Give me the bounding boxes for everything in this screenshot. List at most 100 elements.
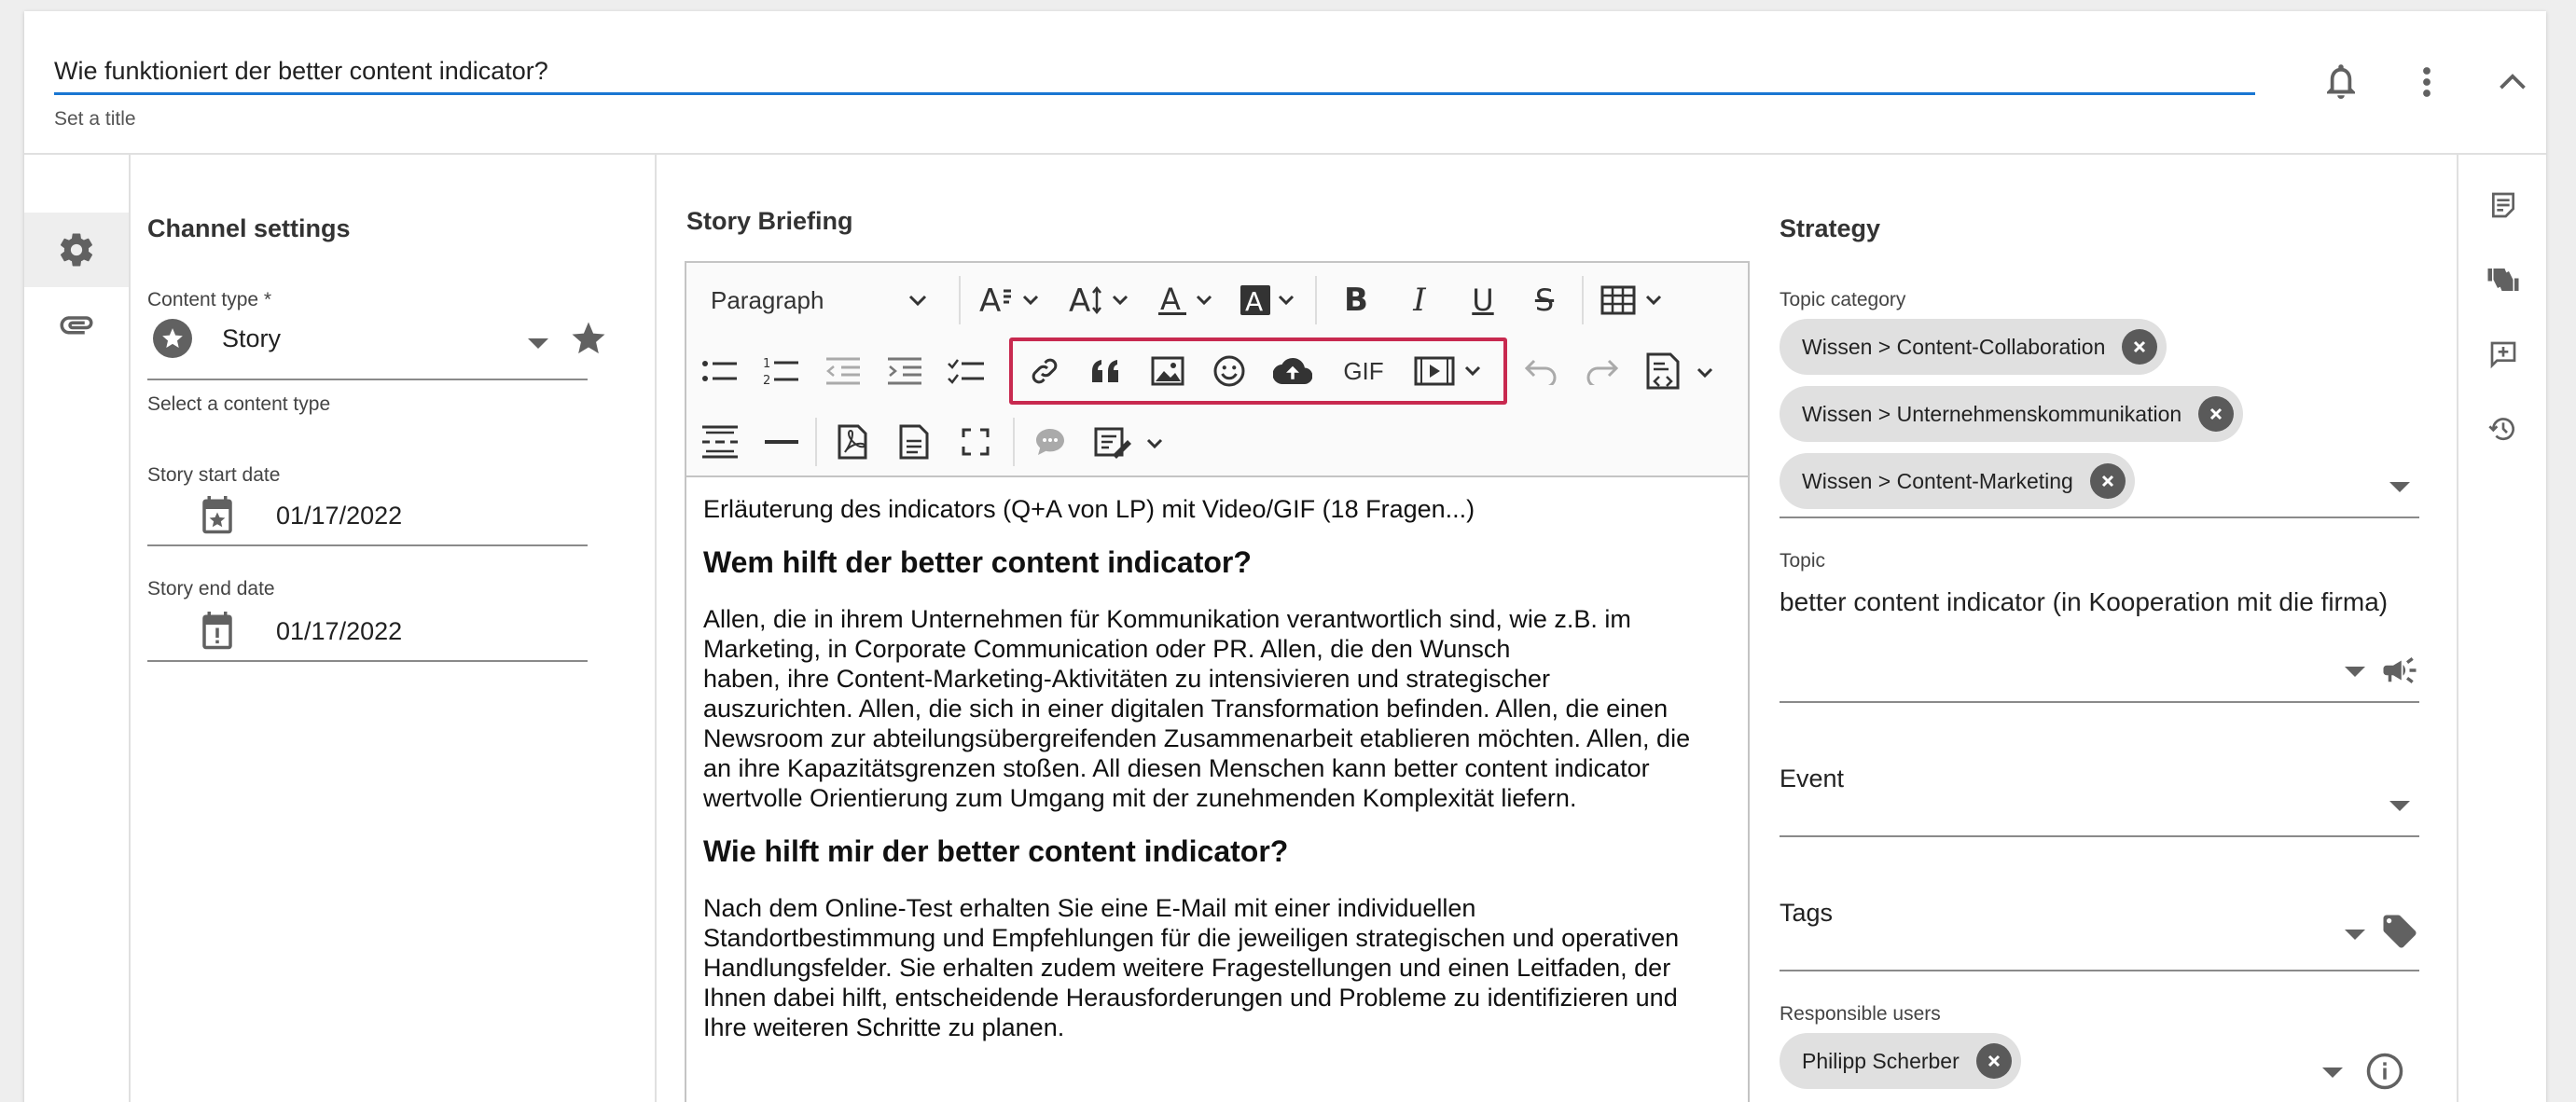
- svg-text:A: A: [1069, 282, 1090, 319]
- end-date-label: Story end date: [147, 578, 275, 599]
- history-button[interactable]: [2485, 410, 2522, 448]
- export-word-button[interactable]: [890, 416, 938, 468]
- event-dropdown-icon[interactable]: [2389, 800, 2410, 817]
- chip-label: Wissen > Content-Marketing: [1802, 468, 2073, 493]
- topic-category-chip[interactable]: Wissen > Unternehmenskommunikation: [1780, 386, 2244, 442]
- indent-button[interactable]: [880, 345, 929, 397]
- bulleted-list-icon: [702, 361, 737, 381]
- todo-list-button[interactable]: [942, 345, 990, 397]
- feedback-button[interactable]: [2485, 261, 2522, 298]
- insert-media-button[interactable]: [1408, 345, 1494, 397]
- topic-dropdown-icon[interactable]: [2345, 666, 2365, 682]
- calendar-alert-icon[interactable]: [198, 610, 237, 657]
- title-header: Set a title: [24, 11, 2546, 155]
- bulleted-list-button[interactable]: [696, 345, 744, 397]
- topic-category-dropdown-icon[interactable]: [2389, 481, 2410, 498]
- notes-button[interactable]: [2485, 186, 2522, 224]
- svg-text:2: 2: [763, 374, 770, 388]
- cloud-upload-icon: [1273, 357, 1312, 385]
- chip-remove-icon[interactable]: [2122, 329, 2158, 365]
- start-date-value[interactable]: 01/17/2022: [276, 502, 402, 530]
- paragraph-format-select[interactable]: Paragraph: [696, 274, 942, 326]
- italic-button[interactable]: I: [1393, 274, 1446, 326]
- tags-icon[interactable]: [2380, 912, 2419, 956]
- content-line: Allen, die in ihrem Unternehmen für Komm…: [703, 605, 1631, 633]
- star-badge-icon: [153, 319, 192, 358]
- content-type-dropdown-icon[interactable]: [528, 337, 548, 354]
- insert-emoji-button[interactable]: [1205, 345, 1253, 397]
- chip-remove-icon[interactable]: [1975, 1043, 2012, 1079]
- rail-settings-button[interactable]: [24, 213, 129, 287]
- chip-remove-icon[interactable]: [2198, 396, 2235, 432]
- insert-gif-button[interactable]: GIF: [1332, 345, 1395, 397]
- comment-button[interactable]: [1026, 416, 1074, 468]
- tags-dropdown-icon[interactable]: [2345, 929, 2365, 945]
- collapse-icon[interactable]: [2492, 62, 2533, 103]
- track-changes-button[interactable]: [1087, 416, 1177, 468]
- document-icon: [899, 424, 929, 460]
- content-heading: Wem hilft der better content indicator?: [703, 545, 1252, 579]
- font-color-button[interactable]: A: [1153, 274, 1220, 326]
- italic-icon: I: [1413, 282, 1426, 319]
- numbered-list-button[interactable]: 12: [757, 345, 806, 397]
- title-hint: Set a title: [54, 108, 136, 130]
- background-color-button[interactable]: A: [1233, 274, 1304, 326]
- more-vert-icon[interactable]: [2406, 62, 2447, 103]
- page-break-button[interactable]: [696, 416, 744, 468]
- topic-category-chip[interactable]: Wissen > Content-Marketing: [1780, 453, 2135, 509]
- start-date-underline: [147, 544, 588, 546]
- strikethrough-icon: S: [1534, 282, 1555, 318]
- toolbar-separator: [815, 418, 817, 466]
- insert-link-button[interactable]: [1020, 345, 1069, 397]
- bold-button[interactable]: B: [1330, 274, 1382, 326]
- content-type-value[interactable]: Story: [222, 324, 281, 353]
- table-button[interactable]: [1597, 274, 1671, 326]
- add-comment-icon: [2490, 341, 2516, 369]
- underline-button[interactable]: U: [1457, 274, 1509, 326]
- redo-button[interactable]: [1576, 345, 1628, 397]
- line-height-button[interactable]: A: [1061, 274, 1136, 326]
- fullscreen-button[interactable]: [951, 416, 1000, 468]
- content-paragraph: Nach dem Online-Test erhalten Sie eine E…: [703, 893, 1738, 1042]
- content-heading: Wie hilft mir der better content indicat…: [703, 834, 1289, 868]
- topic-value[interactable]: better content indicator (in Kooperation…: [1780, 587, 2388, 617]
- comment-icon: [1036, 429, 1064, 455]
- event-label[interactable]: Event: [1780, 765, 1844, 793]
- megaphone-icon[interactable]: [2380, 651, 2419, 695]
- calendar-star-icon[interactable]: [198, 494, 237, 542]
- tags-label[interactable]: Tags: [1780, 899, 1833, 928]
- content-line: Ihnen dabei hilft, entscheidende Herausf…: [703, 984, 1678, 1012]
- insert-image-button[interactable]: [1143, 345, 1192, 397]
- favorite-star-icon[interactable]: [569, 319, 608, 363]
- undo-button[interactable]: [1515, 345, 1567, 397]
- undo-icon: [1524, 359, 1557, 385]
- background-color-icon: A: [1240, 285, 1295, 317]
- responsible-users-dropdown-icon[interactable]: [2322, 1067, 2343, 1083]
- info-icon[interactable]: [2365, 1052, 2404, 1095]
- svg-text:1: 1: [763, 357, 770, 371]
- upload-button[interactable]: [1267, 345, 1319, 397]
- topic-category-chip[interactable]: Wissen > Content-Collaboration: [1780, 319, 2167, 375]
- thumbs-icon: [2487, 269, 2519, 291]
- content-line: Handlungsfelder. Sie erhalten zudem weit…: [703, 954, 1671, 982]
- end-date-value[interactable]: 01/17/2022: [276, 617, 402, 646]
- add-comment-button[interactable]: [2485, 336, 2522, 373]
- font-size-button[interactable]: A: [972, 274, 1046, 326]
- blockquote-button[interactable]: [1082, 345, 1130, 397]
- export-pdf-button[interactable]: [828, 416, 877, 468]
- editor-content[interactable]: Erläuterung des indicators (Q+A von LP) …: [703, 494, 1738, 1063]
- horizontal-line-button[interactable]: [757, 416, 806, 468]
- notes-icon: [2492, 192, 2514, 218]
- strikethrough-button[interactable]: S: [1518, 274, 1571, 326]
- responsible-user-chip[interactable]: Philipp Scherber: [1780, 1033, 2021, 1089]
- content-line: auszurichten. Allen, die sich in einer d…: [703, 695, 1669, 723]
- outdent-button[interactable]: [819, 345, 867, 397]
- bell-icon[interactable]: [2320, 62, 2361, 103]
- source-code-button[interactable]: [1640, 345, 1725, 397]
- video-media-icon: [1414, 356, 1481, 386]
- chip-remove-icon[interactable]: [2089, 463, 2126, 499]
- story-title-input[interactable]: [54, 50, 2255, 95]
- rail-attachment-button[interactable]: [24, 287, 129, 362]
- content-type-underline: [147, 379, 588, 380]
- chip-label: Wissen > Unternehmenskommunikation: [1802, 401, 2182, 426]
